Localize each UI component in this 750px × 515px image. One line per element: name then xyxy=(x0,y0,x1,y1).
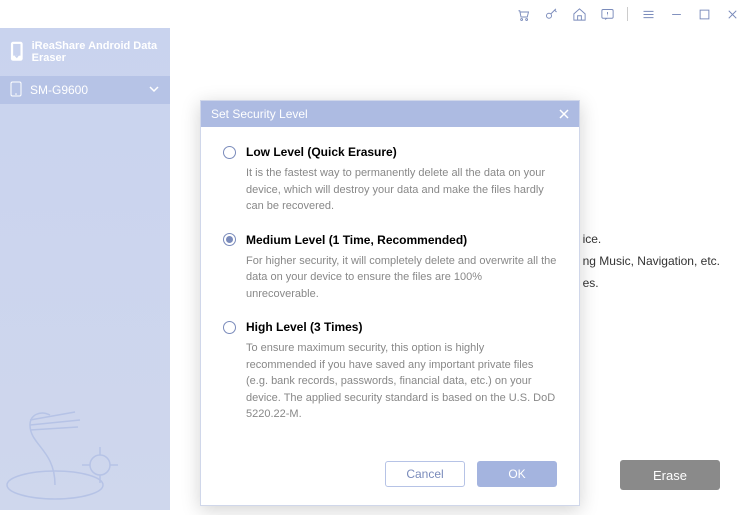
ok-button[interactable]: OK xyxy=(477,461,557,487)
option-title: Low Level (Quick Erasure) xyxy=(246,145,397,159)
modal-header: Set Security Level xyxy=(201,101,579,127)
radio-medium[interactable] xyxy=(223,233,236,246)
option-low-level[interactable]: Low Level (Quick Erasure) It is the fast… xyxy=(223,145,557,215)
modal-body: Low Level (Quick Erasure) It is the fast… xyxy=(201,127,579,451)
modal-footer: Cancel OK xyxy=(201,451,579,505)
radio-high[interactable] xyxy=(223,321,236,334)
security-level-modal: Set Security Level Low Level (Quick Eras… xyxy=(200,100,580,506)
cancel-button[interactable]: Cancel xyxy=(385,461,465,487)
option-title: Medium Level (1 Time, Recommended) xyxy=(246,233,467,247)
option-medium-level[interactable]: Medium Level (1 Time, Recommended) For h… xyxy=(223,233,557,303)
option-desc: For higher security, it will completely … xyxy=(223,253,557,303)
radio-low[interactable] xyxy=(223,146,236,159)
modal-backdrop: Set Security Level Low Level (Quick Eras… xyxy=(0,0,750,510)
option-title: High Level (3 Times) xyxy=(246,320,362,334)
option-desc: It is the fastest way to permanently del… xyxy=(223,165,557,215)
option-high-level[interactable]: High Level (3 Times) To ensure maximum s… xyxy=(223,320,557,423)
modal-title: Set Security Level xyxy=(211,107,308,121)
modal-close-button[interactable] xyxy=(555,105,573,123)
option-desc: To ensure maximum security, this option … xyxy=(223,340,557,423)
